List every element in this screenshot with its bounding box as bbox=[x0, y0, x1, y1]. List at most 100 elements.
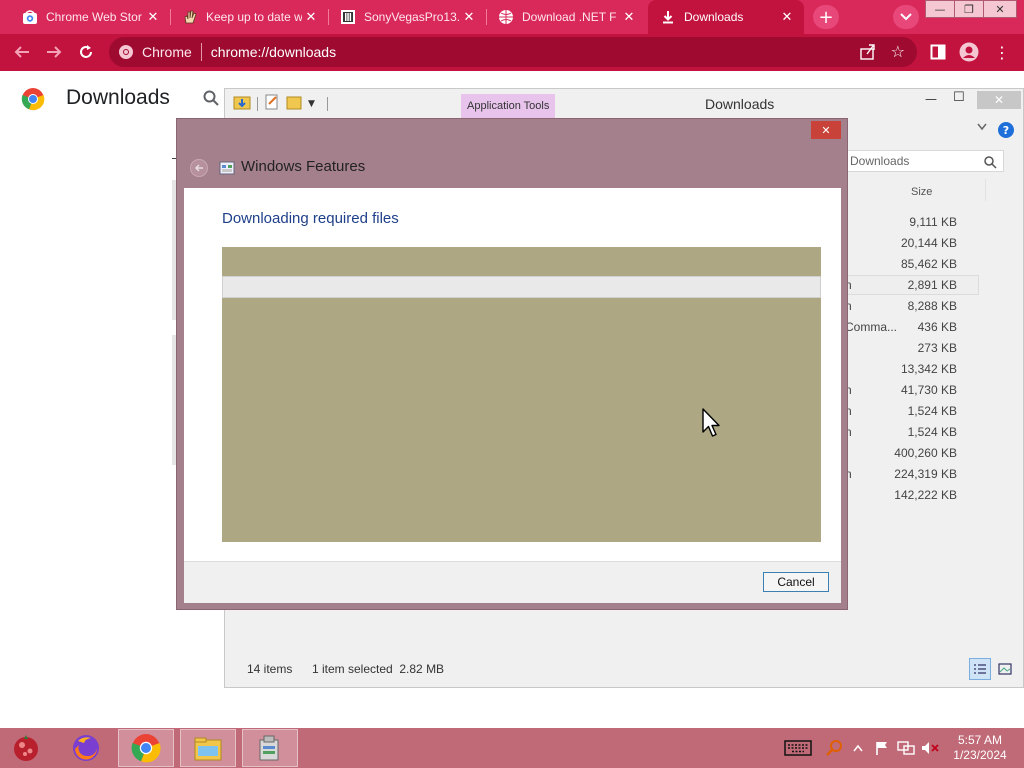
new-folder-icon[interactable] bbox=[286, 94, 302, 114]
close-window-button[interactable]: ✕ bbox=[983, 0, 1017, 18]
file-name: Comma... bbox=[845, 320, 898, 334]
tab-title: Downloads bbox=[684, 10, 744, 24]
column-header-size[interactable]: Size bbox=[911, 186, 932, 198]
url-text[interactable]: chrome://downloads bbox=[211, 44, 336, 60]
reload-button[interactable] bbox=[72, 38, 100, 66]
network-icon[interactable] bbox=[896, 738, 916, 758]
search-icon[interactable] bbox=[203, 90, 219, 110]
clock-date: 1/23/2024 bbox=[953, 748, 1007, 762]
tab-search-button[interactable] bbox=[893, 5, 919, 29]
tab-title: Keep up to date w bbox=[206, 10, 302, 24]
close-icon[interactable]: ✕ bbox=[144, 8, 162, 26]
folder-down-icon[interactable] bbox=[233, 94, 251, 114]
quick-access-toolbar: ▼ bbox=[233, 94, 328, 114]
system-clock[interactable]: 5:57 AM 1/23/2024 bbox=[944, 733, 1016, 763]
details-view-icon[interactable] bbox=[969, 658, 991, 680]
tab-download-net[interactable]: Download .NET F ✕ bbox=[486, 2, 646, 32]
file-size: 8,288 KB bbox=[907, 299, 957, 313]
search-downloads-input[interactable]: Downloads bbox=[843, 150, 1004, 172]
clock-time: 5:57 AM bbox=[957, 733, 1003, 747]
start-button[interactable] bbox=[0, 729, 52, 767]
dialog-heading: Downloading required files bbox=[222, 210, 399, 227]
mouse-cursor-icon bbox=[702, 408, 722, 444]
back-button[interactable] bbox=[8, 38, 36, 66]
explorer-minimize-button[interactable]: — bbox=[925, 92, 937, 106]
taskbar-chrome[interactable] bbox=[118, 729, 174, 767]
close-icon[interactable]: ✕ bbox=[460, 8, 478, 26]
downloads-page-title: Downloads bbox=[66, 86, 170, 109]
file-size: 436 KB bbox=[917, 320, 957, 334]
tab-chrome-web-store[interactable]: Chrome Web Stor ✕ bbox=[10, 2, 170, 32]
forward-button[interactable] bbox=[40, 38, 68, 66]
file-size: 9,111 KB bbox=[909, 215, 957, 229]
windows-features-dialog: ✕ Windows Features Downloading required … bbox=[176, 118, 848, 610]
chevron-down-icon bbox=[900, 13, 912, 21]
menu-kebab-icon[interactable]: ⋮ bbox=[992, 42, 1012, 62]
search-tray-icon[interactable] bbox=[824, 738, 844, 758]
folder-icon bbox=[194, 737, 222, 761]
file-size: 224,319 KB bbox=[894, 467, 957, 481]
installer-icon bbox=[259, 735, 279, 761]
tab-strip: Chrome Web Stor ✕ Keep up to date w ✕ So… bbox=[0, 0, 1024, 34]
dialog-back-button[interactable] bbox=[190, 159, 208, 177]
start-orb-icon bbox=[14, 735, 38, 761]
maximize-button[interactable]: ❐ bbox=[954, 0, 984, 18]
file-size: 1,524 KB bbox=[907, 425, 957, 439]
tab-title: Chrome Web Stor bbox=[46, 10, 142, 24]
file-size: 1,524 KB bbox=[907, 404, 957, 418]
dialog-title: Windows Features bbox=[241, 158, 366, 175]
tab-keep-up-to-date[interactable]: Keep up to date w ✕ bbox=[170, 2, 328, 32]
file-size: 273 KB bbox=[917, 341, 957, 355]
explorer-close-button[interactable]: ✕ bbox=[977, 91, 1021, 109]
new-tab-button[interactable]: + bbox=[813, 5, 839, 29]
properties-icon[interactable] bbox=[264, 94, 280, 114]
speaker-muted-icon[interactable] bbox=[920, 738, 940, 758]
tab-title: Download .NET F bbox=[522, 10, 617, 24]
hand-icon bbox=[182, 9, 198, 25]
browser-toolbar: Chrome chrome://downloads ☆ ⋮ bbox=[0, 34, 1024, 71]
profile-avatar-icon[interactable] bbox=[959, 42, 979, 62]
file-size: 142,222 KB bbox=[894, 488, 957, 502]
dialog-footer bbox=[184, 561, 841, 603]
arrow-left-icon bbox=[194, 164, 203, 172]
file-size: 20,144 KB bbox=[900, 236, 957, 250]
customize-dropdown-icon[interactable]: ▼ bbox=[308, 99, 315, 109]
touch-keyboard-icon[interactable] bbox=[784, 738, 812, 758]
windows-features-icon bbox=[219, 160, 235, 180]
taskbar-windows-features[interactable] bbox=[242, 729, 298, 767]
action-center-flag-icon[interactable] bbox=[872, 738, 892, 758]
progress-bar bbox=[222, 276, 821, 298]
explorer-title: Downloads bbox=[705, 96, 775, 112]
tab-title: SonyVegasPro13.C bbox=[364, 10, 460, 24]
status-item-count: 14 items bbox=[247, 662, 293, 676]
chrome-logo-icon bbox=[21, 87, 45, 115]
application-tools-tab[interactable]: Application Tools bbox=[461, 94, 556, 118]
file-size: 400,260 KB bbox=[894, 446, 957, 460]
star-icon[interactable]: ☆ bbox=[891, 42, 905, 61]
globe-icon bbox=[498, 9, 514, 25]
file-size: 2,891 KB bbox=[907, 278, 957, 292]
omnibox-chrome-label: Chrome bbox=[142, 44, 192, 60]
dialog-close-button[interactable]: ✕ bbox=[811, 121, 841, 139]
share-icon[interactable] bbox=[859, 43, 877, 65]
file-size: 41,730 KB bbox=[900, 383, 957, 397]
search-icon bbox=[984, 154, 997, 173]
close-icon[interactable]: ✕ bbox=[778, 8, 796, 26]
explorer-maximize-button[interactable]: ☐ bbox=[953, 90, 965, 105]
tab-sonyvegas[interactable]: SonyVegasPro13.C ✕ bbox=[328, 2, 486, 32]
chevron-up-icon[interactable] bbox=[848, 738, 868, 758]
taskbar-firefox[interactable] bbox=[58, 729, 114, 767]
tab-downloads[interactable]: Downloads ✕ bbox=[648, 0, 804, 34]
taskbar-file-explorer[interactable] bbox=[180, 729, 236, 767]
chevron-down-icon[interactable] bbox=[977, 123, 987, 134]
cancel-button[interactable]: Cancel bbox=[763, 572, 829, 592]
side-panel-icon[interactable] bbox=[928, 42, 948, 62]
close-icon[interactable]: ✕ bbox=[620, 8, 638, 26]
close-icon[interactable]: ✕ bbox=[302, 8, 320, 26]
large-icons-view-icon[interactable] bbox=[995, 659, 1015, 679]
archive-icon bbox=[340, 9, 356, 25]
file-size: 13,342 KB bbox=[900, 362, 957, 376]
help-icon[interactable]: ? bbox=[998, 122, 1014, 138]
minimize-button[interactable]: — bbox=[925, 0, 955, 18]
address-bar[interactable]: Chrome chrome://downloads ☆ bbox=[109, 37, 917, 67]
